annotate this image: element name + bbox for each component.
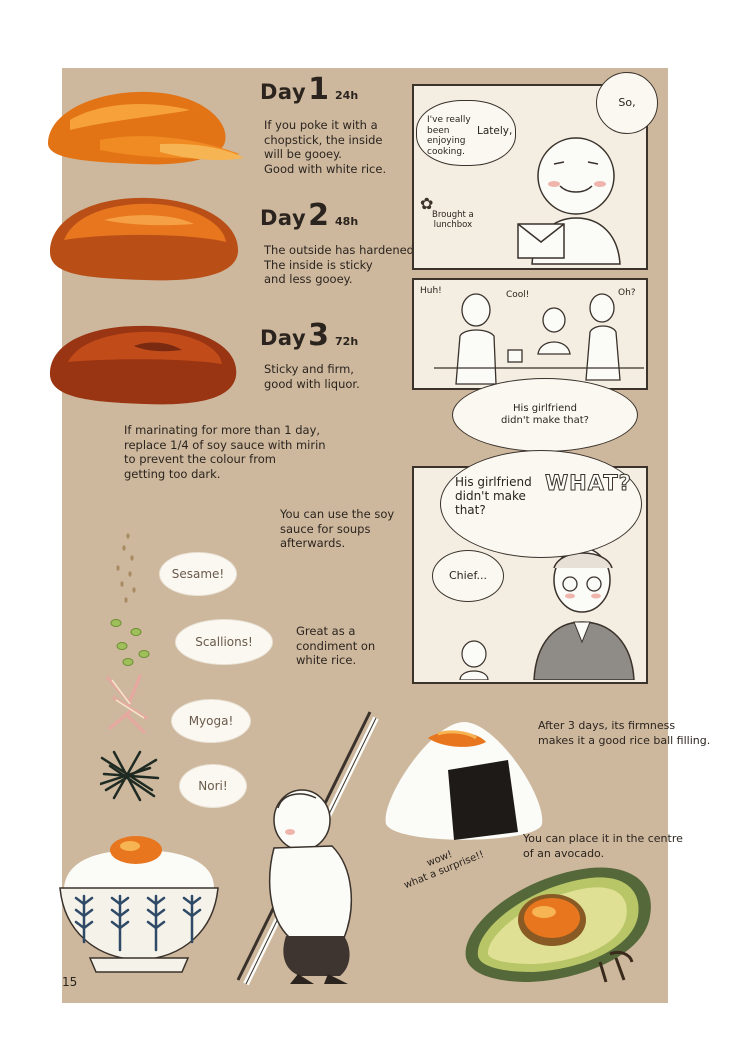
marinate-line: getting too dark. [124, 466, 221, 481]
avocado-line: of an avocado. [523, 846, 605, 860]
avocado-line: You can place it in the centre [523, 832, 683, 845]
brought-line: lunchbox [433, 220, 473, 230]
avocado-illustration [465, 867, 651, 983]
girlfriend-what-bubble: His girlfriend didn't make that? WHAT? [440, 450, 642, 558]
page-number: 15 [62, 975, 78, 989]
avocado-note: You can place it in the centre of an avo… [523, 832, 683, 861]
comic-panel-2: Huh! Cool! Oh? [412, 278, 648, 390]
marinate-note: If marinating for more than 1 day, repla… [124, 423, 326, 481]
girlfriend-line: didn't make that? [501, 415, 589, 426]
day2-word: Day [260, 206, 307, 230]
day2-line: and less gooey. [264, 272, 353, 286]
girlfriend-what-line: that? [455, 503, 486, 517]
day3-heading: Day3 72h [260, 318, 358, 353]
marinate-line: If marinating for more than 1 day, [124, 423, 321, 437]
day3-description: Sticky and firm, good with liquor. [264, 362, 360, 391]
enjoying-line: enjoying [427, 136, 466, 146]
riceball-line: After 3 days, its firmness [538, 719, 676, 732]
cool-text: Cool! [506, 290, 530, 300]
soy-line: You can use the soy [280, 507, 395, 521]
yolk-day3-illustration [49, 325, 237, 405]
day3-hours: 72h [335, 335, 359, 348]
brought-lunchbox-caption: Brought a lunchbox [432, 210, 474, 230]
day3-word: Day [260, 326, 307, 350]
condiment-line: white rice. [296, 653, 357, 667]
soy-line: sauce for soups [280, 521, 371, 536]
small-character-illustration [459, 640, 489, 680]
enjoying-cooking-bubble: I've really been enjoying cooking. Latel… [416, 100, 516, 166]
day1-line: chopstick, the inside [264, 132, 383, 147]
condiment-note: Great as a condiment on white rice. [296, 624, 375, 668]
day2-line: The outside has hardened. [264, 243, 418, 257]
day1-line: Good with white rice. [264, 161, 387, 176]
day1-number: 1 [308, 72, 330, 107]
girlfriend-line: His girlfriend [513, 403, 577, 414]
rice-ball-note: After 3 days, its firmness makes it a go… [538, 719, 710, 748]
day3-line: Sticky and firm, [264, 362, 354, 376]
enjoying-line: I've really [427, 115, 471, 125]
comic-panel-1: So, I've really been enjoying cooking. L… [412, 72, 658, 270]
yolk-day1-illustration [47, 91, 244, 165]
condiment-line: condiment on [296, 638, 376, 653]
day2-hours: 48h [335, 215, 359, 228]
brought-line: Brought a [432, 210, 474, 220]
day2-number: 2 [308, 198, 330, 233]
day1-line: will be gooey. [264, 147, 342, 161]
girlfriend-what-line: didn't make [455, 489, 526, 503]
day1-description: If you poke it with a chopstick, the ins… [264, 118, 386, 176]
chef-character-illustration [236, 711, 379, 986]
day3-line: good with liquor. [264, 376, 360, 391]
toppings-illustration [100, 533, 160, 802]
scallions-bubble: Scallions! [176, 620, 272, 664]
yolk-day2-illustration [50, 197, 239, 281]
chief-speech-bubble: Chief... [432, 550, 504, 602]
girlfriend-question-bubble: His girlfriend didn't make that? [452, 378, 638, 452]
day2-description: The outside has hardened. The inside is … [264, 243, 418, 287]
soy-sauce-note: You can use the soy sauce for soups afte… [280, 507, 394, 551]
marinate-line: replace 1/4 of soy sauce with mirin [124, 437, 326, 452]
condiment-line: Great as a [296, 624, 356, 638]
what-exclamation: WHAT? [545, 471, 632, 495]
rice-ball-illustration [385, 722, 543, 840]
sesame-bubble: Sesame! [160, 553, 236, 595]
day1-heading: Day1 24h [260, 72, 358, 107]
enjoying-line: cooking. [427, 146, 465, 157]
coworkers-illustration [434, 293, 644, 385]
chief-character-illustration [533, 547, 635, 680]
lately-text: Lately, [477, 125, 513, 137]
oh-text: Oh? [618, 288, 636, 298]
day1-word: Day [260, 80, 307, 104]
day3-number: 3 [308, 318, 330, 353]
rice-bowl-illustration [59, 836, 219, 973]
day1-hours: 24h [335, 89, 359, 102]
enjoying-line: been [427, 125, 450, 136]
boss-character-illustration [517, 137, 621, 265]
so-speech-bubble: So, [596, 72, 658, 134]
soy-line: afterwards. [280, 536, 346, 550]
marinate-line: to prevent the colour from [124, 452, 276, 466]
riceball-line: makes it a good rice ball filling. [538, 733, 711, 747]
day2-line: The inside is sticky [264, 257, 373, 272]
day1-line: If you poke it with a [264, 118, 378, 132]
day2-heading: Day2 48h [260, 198, 358, 233]
girlfriend-what-line: His girlfriend [455, 475, 532, 489]
huh-text: Huh! [420, 286, 442, 296]
